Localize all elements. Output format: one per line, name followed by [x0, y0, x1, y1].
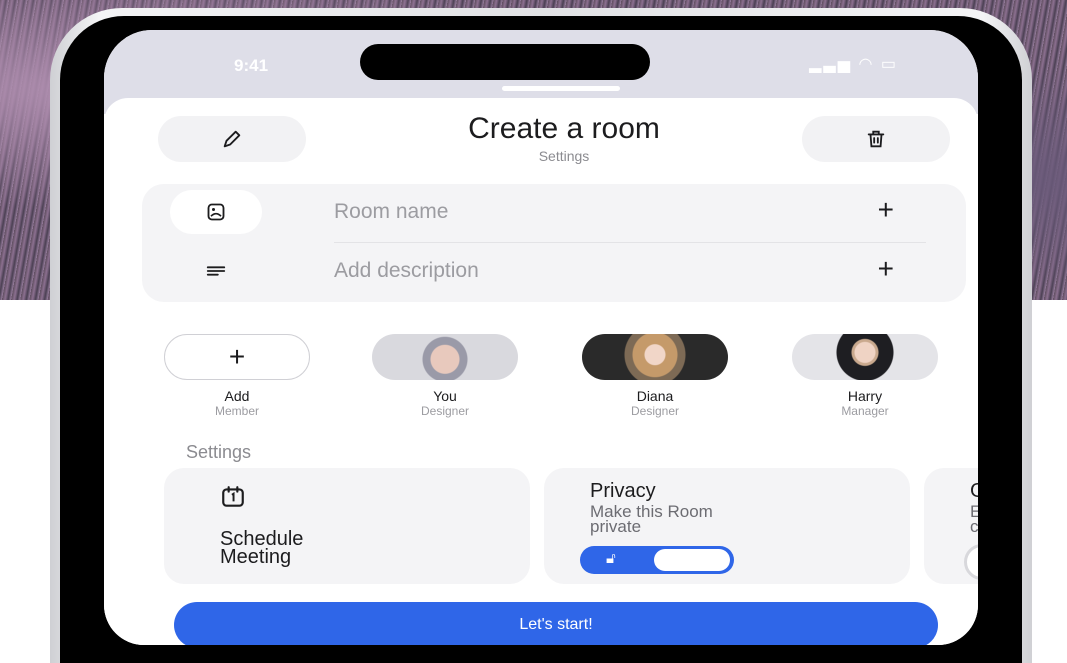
edit-button[interactable] [158, 116, 306, 162]
room-image-button[interactable] [170, 190, 262, 234]
member-name: You [433, 388, 457, 404]
member-role: Designer [420, 404, 470, 418]
add-description-button[interactable]: + [878, 253, 894, 285]
third-setting-card: G En co [924, 468, 978, 584]
room-form: Room name + Add description + [142, 184, 966, 302]
schedule-meeting-card[interactable]: Schedule Meeting [164, 468, 530, 584]
phone-frame: 9:41 ▂▃▅ ◠ ▭ Create a room Settings Room… [50, 8, 1032, 663]
image-icon [207, 203, 225, 221]
member-you[interactable]: You Designer [370, 334, 520, 418]
room-name-row[interactable]: Room name + [142, 184, 966, 243]
page-title: Create a room [468, 112, 660, 145]
status-icons: ▂▃▅ ◠ ▭ [809, 54, 898, 74]
text-lines-icon [206, 266, 226, 276]
privacy-toggle[interactable]: 🔓︎ [580, 546, 734, 574]
privacy-subtitle: Make this Room private [590, 502, 713, 536]
room-name-input[interactable]: Room name [334, 200, 448, 224]
page-subtitle: Settings [538, 148, 590, 164]
settings-section-label: Settings [186, 442, 252, 462]
description-icon-wrap [170, 249, 262, 293]
member-add[interactable]: + Add Member [162, 334, 312, 418]
dynamic-island [360, 44, 650, 80]
toggle-knob [654, 549, 730, 571]
member-harry[interactable]: Harry Manager [790, 334, 940, 418]
schedule-meeting-title: Schedule Meeting [220, 528, 304, 568]
signal-icon: ▂▃▅ [809, 56, 852, 73]
member-role: Member [214, 404, 259, 418]
battery-icon: ▭ [880, 56, 898, 73]
member-role: Manager [841, 404, 889, 418]
pencil-icon [223, 130, 241, 148]
description-input[interactable]: Add description [334, 259, 479, 283]
wifi-icon: ◠ [858, 56, 875, 73]
status-time: 9:41 [234, 56, 269, 75]
privacy-card: Privacy Make this Room private 🔓︎ [544, 468, 910, 584]
add-member-button[interactable]: + [164, 334, 310, 380]
avatar [792, 334, 938, 380]
member-name: Add [224, 388, 250, 404]
member-role: Designer [630, 404, 680, 418]
page-title-block: Create a room Settings [364, 112, 764, 164]
add-room-name-button[interactable]: + [878, 194, 894, 226]
description-row[interactable]: Add description + [142, 243, 966, 301]
avatar [582, 334, 728, 380]
phone-bezel: 9:41 ▂▃▅ ◠ ▭ Create a room Settings Room… [60, 16, 1022, 663]
privacy-title: Privacy [590, 480, 656, 502]
calendar-icon [222, 486, 244, 507]
unlock-icon: 🔓︎ [606, 550, 616, 567]
member-diana[interactable]: Diana Designer [580, 334, 730, 418]
member-name: Diana [636, 388, 674, 404]
create-room-sheet: Create a room Settings Room name + Add d… [104, 98, 978, 645]
third-setting-title: G [970, 480, 978, 502]
avatar [372, 334, 518, 380]
third-setting-subtitle: En co [970, 502, 978, 536]
third-setting-toggle[interactable] [964, 544, 978, 580]
lets-start-button[interactable]: Let's start! [174, 602, 938, 645]
sheet-grabber[interactable] [502, 86, 620, 91]
trash-icon [867, 130, 885, 148]
delete-button[interactable] [802, 116, 950, 162]
phone-screen: 9:41 ▂▃▅ ◠ ▭ Create a room Settings Room… [104, 30, 978, 645]
member-name: Harry [847, 388, 883, 404]
